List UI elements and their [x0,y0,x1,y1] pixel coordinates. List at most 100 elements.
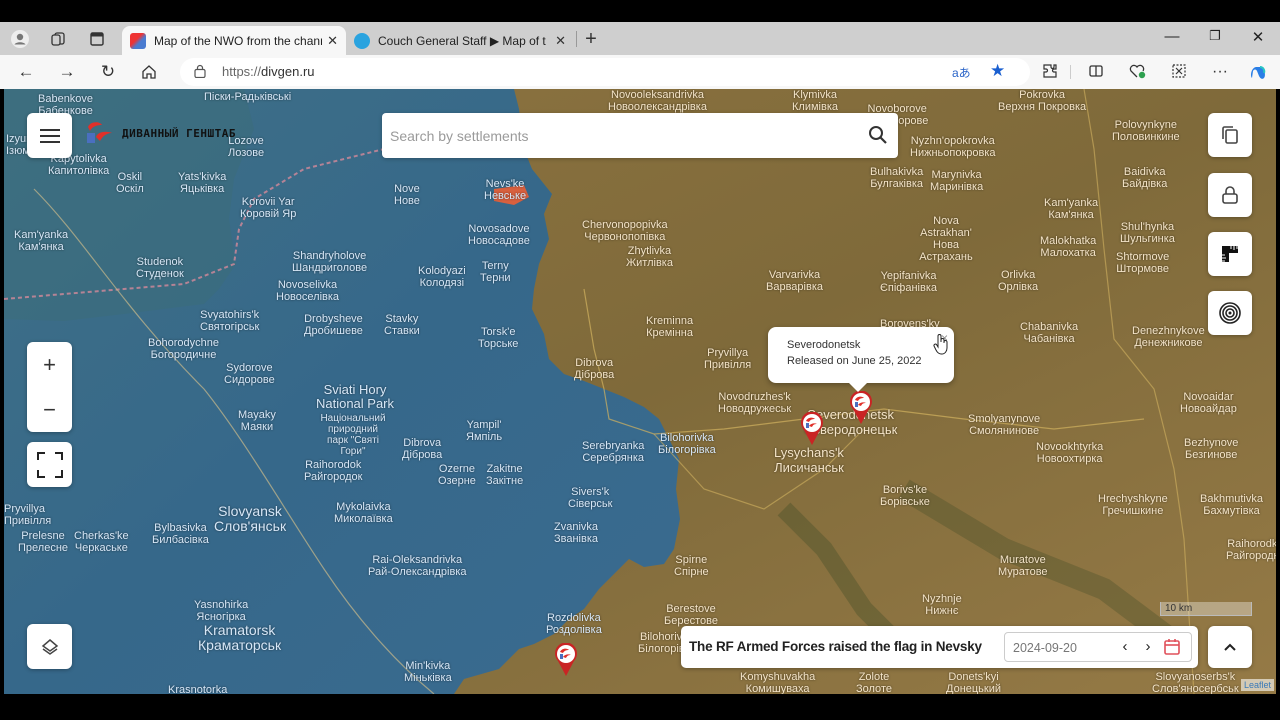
fullscreen-button[interactable] [27,442,72,487]
workspaces-icon[interactable] [47,29,69,49]
address-bar[interactable]: https://divgen.ru aあ ★ [180,58,1030,86]
restore-button[interactable]: ❐ [1205,28,1225,44]
place-label: Ozerne Озерне [438,463,476,487]
place-label: Borivs'ke Борівське [880,484,930,508]
place-label: Varvarivka Варварівка [766,269,823,293]
refresh-button[interactable]: ↻ [96,61,120,83]
place-label: Bezhynove Безгинове [1184,437,1239,461]
place-label: Polovynkyne Половинкине [1112,119,1180,143]
translate-icon[interactable]: aあ [952,64,971,81]
place-label: Novoselivka Новоселівка [276,279,340,303]
ruler-icon [1222,246,1238,262]
tab-couch-general-staff[interactable]: Couch General Staff ▶ Map of the ✕ [346,26,574,55]
close-window-button[interactable]: ✕ [1248,28,1268,46]
divgen-logo[interactable]: ДИВАННЫЙ ГЕНШТАБ [84,119,236,147]
extensions-icon[interactable] [1040,63,1060,81]
place-label: Korovii Yar Коровій Яр [240,196,297,220]
more-options-icon[interactable]: ··· [1210,63,1230,81]
place-label: Drobysheve Дробишеве [304,313,363,337]
place-label: Prelesne Прелесне [18,530,69,554]
leaflet-attribution[interactable]: Leaflet [1241,679,1275,691]
place-label: Yasnohirka Ясногірка [194,599,249,623]
lock-icon[interactable] [194,64,206,78]
map-viewport[interactable]: Babenkove Бабенкове Піски-Радьківські Izy… [4,89,1276,694]
place-label: Hrechyshkyne Гречишкине [1098,493,1168,517]
home-button[interactable] [137,61,161,83]
date-picker[interactable]: 2024-09-20 ‹ › [1004,632,1192,662]
divgen-favicon-icon [130,32,146,49]
event-marker-severodonetsk[interactable] [849,391,873,425]
place-label: Serebryanka Серебрянка [582,440,645,464]
event-marker[interactable] [554,643,578,677]
split-screen-icon[interactable] [1086,63,1106,81]
measure-button[interactable] [1208,232,1252,276]
place-label: Stavky Ставки [384,313,420,337]
menu-button[interactable] [27,113,72,158]
settlement-search [382,113,898,158]
close-tab-icon[interactable]: ✕ [555,33,566,49]
place-label: Zvanivka Званівка [554,521,599,545]
place-label: Donets'kyi Донецький [946,671,1002,694]
zoom-control: + − [27,342,72,432]
place-label: Pryvillya Привілля [704,347,752,371]
tab-actions-icon[interactable] [86,29,108,49]
previous-date-button[interactable]: ‹ [1117,638,1133,655]
copilot-icon[interactable] [1248,63,1268,81]
search-icon[interactable] [868,125,888,145]
place-label: Denezhnykove Денежникове [1132,325,1205,349]
search-input[interactable] [390,125,850,147]
place-label: Nevs'ke Невське [484,178,527,202]
minimize-button[interactable]: — [1162,28,1182,45]
place-label: Studenok Студенок [136,256,184,280]
chevron-up-icon [1224,643,1236,651]
place-label: Novooleksandrivka Новоолександрівка [608,89,707,113]
next-date-button[interactable]: › [1140,638,1156,655]
back-button[interactable]: ← [14,61,38,83]
place-label: Kramatorsk Краматорськ [198,622,282,653]
place-label: Krasnotorka [168,684,228,694]
place-label: Novookhtyrka Новоохтирка [1036,441,1104,465]
close-tab-icon[interactable]: ✕ [327,33,338,49]
browser-essentials-icon[interactable] [1128,63,1148,81]
place-label: Svyatohirs'k Святогірськ [200,309,260,333]
event-panel: The RF Armed Forces raised the flag in N… [681,626,1198,668]
place-label: Spirne Спірне [674,554,709,578]
place-label: Піски-Радьківські [204,91,292,103]
place-label: Pryvillya Привілля [4,503,52,527]
tab-map-nwo[interactable]: Map of the NWO from the channel ✕ [122,26,346,55]
favorite-star-icon[interactable]: ★ [990,61,1005,81]
place-label: Kam'yanka Кам'янка [14,229,69,253]
forward-button[interactable]: → [55,61,79,83]
screenshot-icon[interactable] [1169,63,1189,81]
event-text: The RF Armed Forces raised the flag in N… [689,639,982,654]
new-tab-button[interactable]: + [580,28,602,50]
place-label: Rozdolivka Роздолівка [546,612,602,636]
toolbar-divider [1070,65,1071,79]
profile-icon[interactable] [9,29,31,49]
place-label: Berestove Берестове [664,603,718,627]
target-button[interactable] [1208,291,1252,335]
place-label: Zakitne Закітне [486,463,524,487]
event-marker-lysychansk[interactable] [800,412,824,446]
place-label: Komyshuvakha Комишуваха [740,671,816,694]
place-label: Oskil Оскіл [116,171,144,195]
zoom-in-button[interactable]: + [27,342,72,387]
zoom-out-button[interactable]: − [27,387,72,432]
copy-link-button[interactable] [1208,113,1252,157]
place-label: Shtormove Штормове [1116,251,1170,275]
date-value[interactable]: 2024-09-20 [1013,641,1077,655]
place-label: Malokhatka Малохатка [1040,235,1097,259]
marker-popup: Severodonetsk Released on June 25, 2022 … [768,327,954,392]
place-label: Bilohorivka Білогорівка [658,432,716,456]
calendar-icon[interactable] [1163,638,1181,656]
place-label: Novodruzhes'k Новодружеськ [718,391,792,415]
place-label: Sydorove Сидорове [224,362,275,386]
place-label: Smolyanynove Смолянинове [968,413,1041,437]
lock-map-button[interactable] [1208,173,1252,217]
collapse-panel-button[interactable] [1208,626,1252,668]
place-label: Nova Astrakhan' Нова Астрахань [919,215,973,263]
telegram-icon [354,32,370,49]
layers-button[interactable] [27,624,72,669]
place-label: Muratove Муратове [998,554,1048,578]
layers-icon [41,638,58,655]
